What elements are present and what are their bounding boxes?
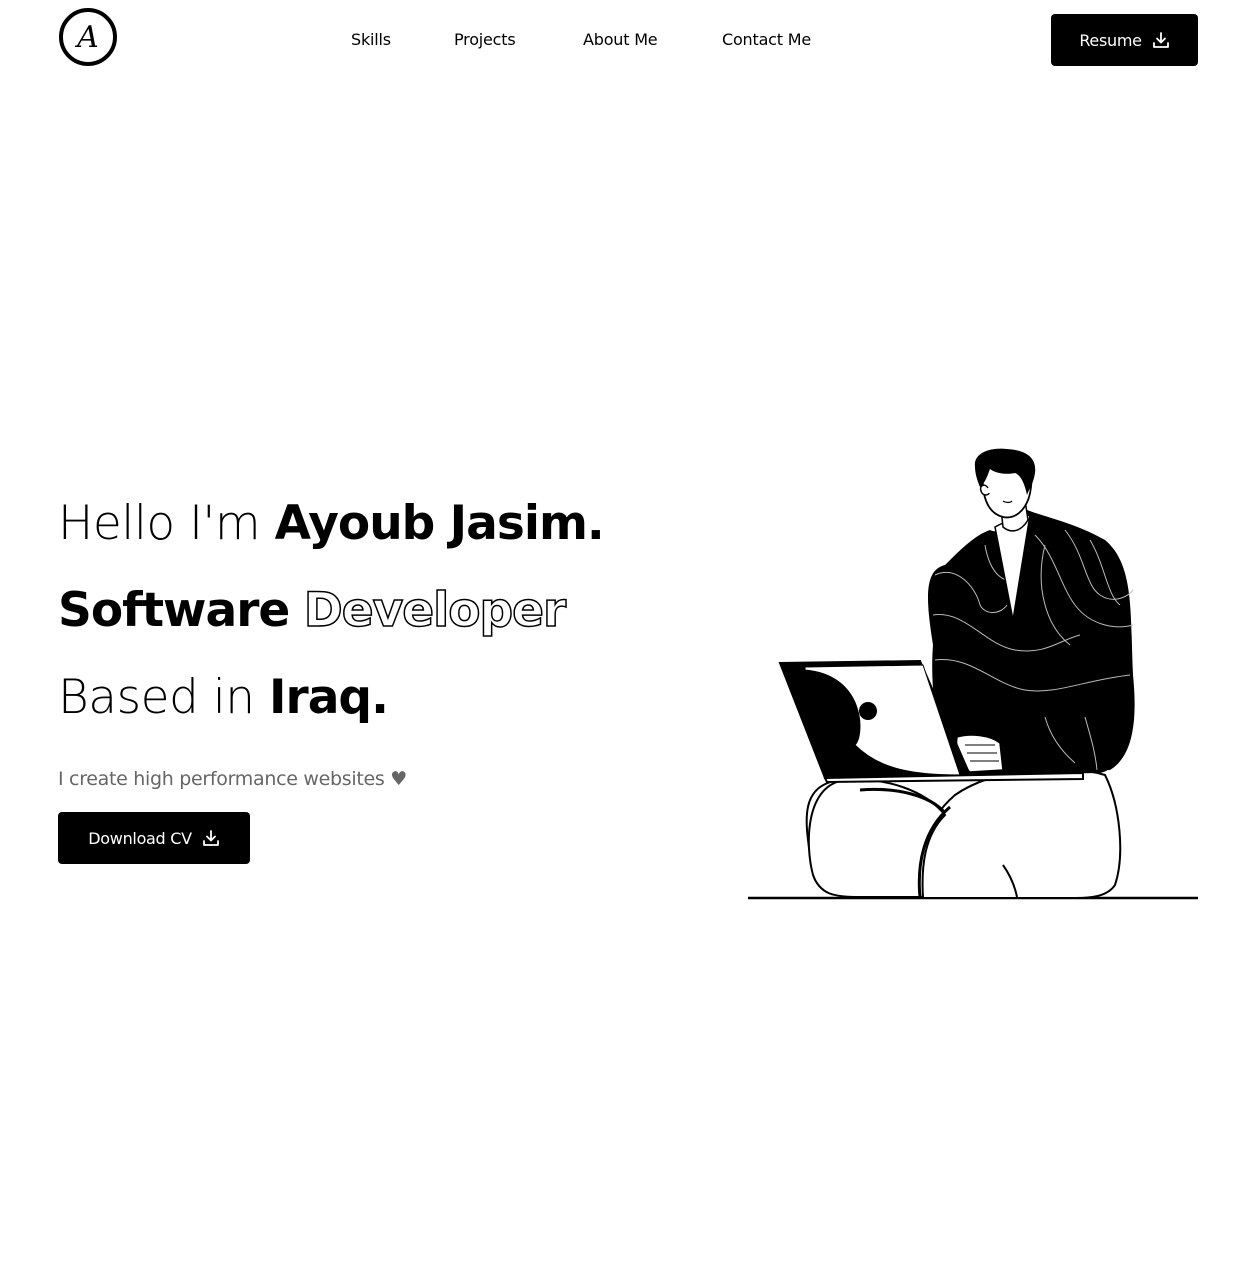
- hero-role: Software Developer: [58, 582, 567, 639]
- download-cv-button[interactable]: Download CV: [58, 812, 250, 864]
- hero-greeting: Hello I'm Ayoub Jasim.: [58, 496, 605, 552]
- resume-button-label: Resume: [1079, 30, 1142, 50]
- hero-greeting-prefix: Hello I'm: [58, 496, 275, 551]
- developer-illustration: [748, 448, 1198, 900]
- hero-location-place: Iraq.: [269, 670, 389, 725]
- hero-tagline-text: I create high performance websites: [58, 768, 385, 790]
- laptop-logo: [859, 702, 877, 720]
- hero-role-word2: Developer: [303, 582, 567, 639]
- download-cv-label: Download CV: [88, 828, 192, 848]
- nav-projects[interactable]: Projects: [454, 28, 516, 52]
- page: A Skills Projects About Me Contact Me Re…: [0, 0, 1238, 1271]
- site-header: A Skills Projects About Me Contact Me Re…: [0, 0, 1238, 80]
- nav-contact-me[interactable]: Contact Me: [722, 28, 811, 52]
- download-icon: [1152, 32, 1169, 48]
- hero-location: Based in Iraq.: [58, 670, 389, 726]
- hero-name: Ayoub Jasim.: [274, 496, 605, 551]
- hero-location-prefix: Based in: [58, 670, 270, 725]
- nav-about-me[interactable]: About Me: [583, 28, 658, 52]
- nav-skills[interactable]: Skills: [351, 28, 391, 52]
- resume-button[interactable]: Resume: [1051, 14, 1198, 66]
- hero-tagline: I create high performance websites ♥: [58, 766, 407, 792]
- download-icon: [202, 830, 219, 846]
- heart-icon: ♥: [390, 768, 407, 790]
- hero-role-word1: Software: [58, 583, 290, 638]
